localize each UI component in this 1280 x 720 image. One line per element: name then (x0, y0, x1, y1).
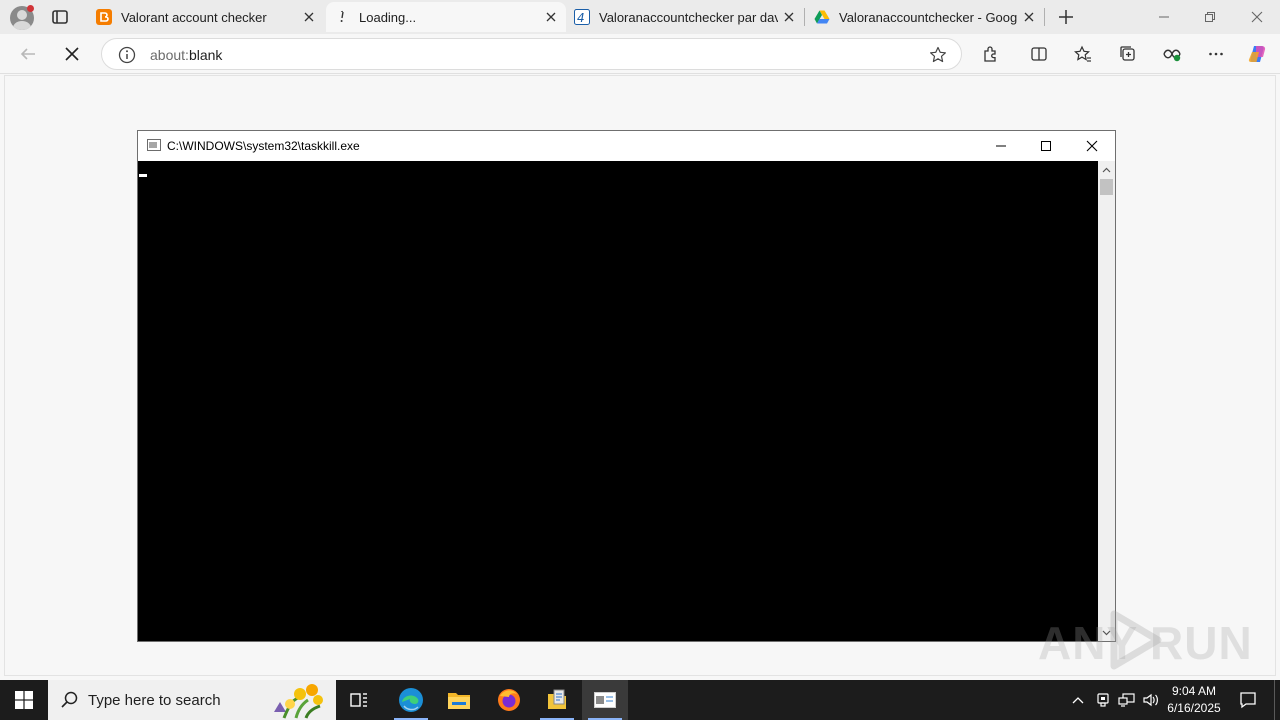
task-view-icon (350, 693, 367, 707)
console-scrollbar[interactable] (1098, 161, 1115, 641)
tab-title: Valoranaccountchecker - Google (839, 9, 1018, 25)
close-button[interactable] (1243, 4, 1271, 30)
volume-icon (1143, 693, 1158, 707)
address-scheme: about: (150, 47, 189, 63)
console-output[interactable] (138, 161, 1098, 641)
taskbar-console-button[interactable] (582, 680, 628, 720)
blogger-icon (96, 9, 112, 25)
restore-button[interactable] (1196, 4, 1224, 30)
console-window-icon (594, 692, 616, 708)
minimize-button[interactable] (1150, 4, 1178, 30)
browser-essentials-icon[interactable] (1158, 40, 1186, 68)
file-explorer-icon (448, 693, 470, 709)
tab-google-drive[interactable]: Valoranaccountchecker - Google (806, 2, 1044, 32)
clock-time: 9:04 AM (1171, 684, 1217, 698)
search-icon (60, 690, 80, 710)
taskbar-file-explorer-button[interactable] (436, 680, 482, 720)
collections-icon[interactable] (1114, 40, 1142, 68)
new-tab-button[interactable] (1054, 5, 1078, 29)
tab-4shared[interactable]: 4 Valoranaccountchecker par david (566, 2, 804, 32)
watermark-text-right: RUN (1150, 617, 1253, 669)
taskbar-firefox-button[interactable] (486, 680, 532, 720)
task-view-button[interactable] (336, 680, 382, 720)
windows-logo-icon (15, 691, 33, 709)
script-file-icon (548, 689, 566, 709)
show-desktop-button[interactable] (1274, 680, 1280, 720)
copilot-icon[interactable] (1244, 40, 1272, 68)
scrollbar-thumb[interactable] (1100, 179, 1113, 195)
address-text[interactable]: about:blank (150, 47, 222, 63)
tray-volume-button[interactable] (1140, 680, 1162, 720)
svg-text:4: 4 (577, 11, 585, 25)
tab-close-icon[interactable] (1018, 6, 1040, 28)
console-title: C:\WINDOWS\system32\taskkill.exe (167, 139, 360, 153)
taskbar-edge-button[interactable] (388, 680, 434, 720)
more-options-icon[interactable] (1202, 40, 1230, 68)
favorite-star-icon[interactable] (929, 46, 947, 64)
taskbar-script-app-button[interactable] (534, 680, 580, 720)
chevron-up-icon (1072, 697, 1084, 704)
4shared-icon: 4 (574, 9, 590, 25)
console-window[interactable]: C:\WINDOWS\system32\taskkill.exe (137, 130, 1116, 642)
action-center-button[interactable] (1236, 680, 1260, 720)
clock-date: 6/16/2025 (1167, 701, 1221, 715)
address-path: blank (188, 47, 223, 63)
tab-close-icon[interactable] (778, 6, 800, 28)
edge-icon (399, 688, 423, 712)
tab-separator (1044, 8, 1045, 26)
address-bar[interactable]: about:blank (101, 38, 962, 70)
profile-notification-dot (27, 5, 34, 12)
show-hidden-icons-button[interactable] (1068, 680, 1088, 720)
tab-strip: Valorant account checker Loading... 4 Va… (0, 0, 1280, 34)
info-icon[interactable] (118, 46, 136, 64)
anyrun-watermark: ANY RUN (1038, 608, 1252, 672)
console-title-bar[interactable]: C:\WINDOWS\system32\taskkill.exe (138, 131, 1115, 161)
tab-separator (804, 8, 805, 26)
search-placeholder: Type here to search (88, 691, 221, 709)
tab-actions-icon[interactable] (48, 5, 72, 29)
tab-title: Valorant account checker (121, 9, 267, 25)
console-app-icon (147, 139, 161, 151)
search-highlight-flowers-icon (274, 684, 323, 719)
console-close-button[interactable] (1069, 131, 1115, 161)
notification-icon (1240, 692, 1256, 709)
stop-loading-button[interactable] (58, 40, 86, 68)
split-screen-icon[interactable] (1025, 40, 1053, 68)
back-button[interactable] (14, 40, 42, 68)
tab-title: Valoranaccountchecker par david (599, 9, 778, 25)
scroll-up-arrow-icon[interactable] (1098, 161, 1115, 178)
tab-close-icon[interactable] (540, 6, 562, 28)
tray-network-button[interactable] (1116, 680, 1138, 720)
device-icon (1097, 693, 1109, 707)
browser-toolbar: about:blank (0, 34, 1280, 74)
network-icon (1118, 693, 1135, 707)
console-minimize-button[interactable] (978, 131, 1024, 161)
loading-icon (334, 9, 350, 25)
tab-close-icon[interactable] (298, 6, 320, 28)
tab-title: Loading... (359, 9, 417, 25)
tab-valorant-checker[interactable]: Valorant account checker (88, 2, 324, 32)
console-cursor (139, 174, 147, 177)
google-drive-icon (814, 9, 830, 25)
console-maximize-button[interactable] (1023, 131, 1069, 161)
firefox-icon (498, 689, 520, 711)
extensions-icon[interactable] (977, 40, 1005, 68)
taskbar-clock[interactable]: 9:04 AM 6/16/2025 (1164, 683, 1224, 717)
favorites-icon[interactable] (1069, 40, 1097, 68)
taskbar: Type here to search 9:04 AM 6/16/2025 (0, 680, 1280, 720)
tray-device-button[interactable] (1092, 680, 1114, 720)
taskbar-search-box[interactable]: Type here to search (48, 680, 336, 720)
start-button[interactable] (0, 680, 48, 720)
tab-loading[interactable]: Loading... (326, 2, 566, 32)
